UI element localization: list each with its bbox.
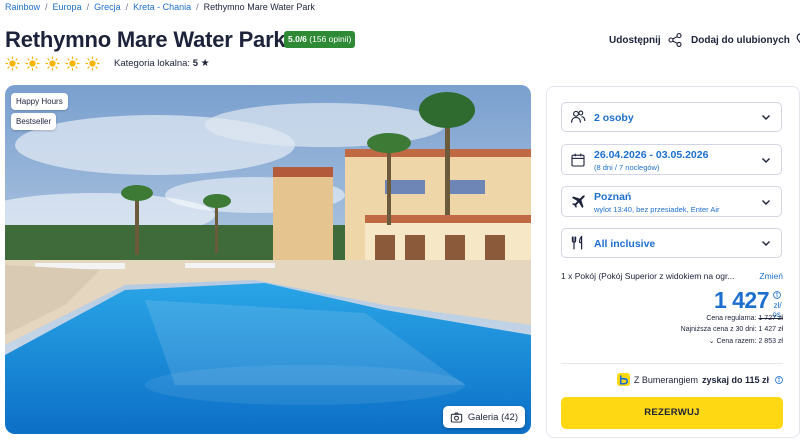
star-icon: ★ (200, 58, 210, 69)
share-button[interactable]: Udostępnij (609, 32, 683, 48)
hotel-photo[interactable]: Happy Hours Bestseller Galeria (42) (5, 85, 531, 434)
board-value: All inclusive (594, 238, 656, 250)
total-price[interactable]: ⌄ Cena razem: 2 853 zł (709, 337, 783, 345)
dates-duration: (8 dni / 7 noclegów) (594, 163, 660, 172)
departure-city: Poznań (594, 191, 632, 203)
hotel-photo-image (5, 85, 531, 434)
departure-select[interactable]: Poznań wylot 13:40, bez przesiadek, Ente… (561, 186, 782, 217)
boomerang-value: zyskaj do 115 zł (701, 374, 769, 385)
room-summary: 1 x Pokój (Pokój Superior z widokiem na … (561, 271, 783, 281)
booking-panel: 2 osoby 26.04.2026 - 03.05.2026 (8 dni /… (546, 86, 800, 438)
breadcrumb-link-europa[interactable]: Europa (53, 2, 82, 12)
dates-select[interactable]: 26.04.2026 - 03.05.2026 (8 dni / 7 nocle… (561, 144, 782, 175)
boomerang-prefix: Z Bumerangiem (633, 374, 698, 385)
breadcrumb-separator: / (86, 2, 90, 12)
calendar-icon (571, 153, 585, 167)
rating-count: (156 opinii) (309, 34, 352, 44)
sun-icon (25, 56, 40, 71)
departure-details: wylot 13:40, bez przesiadek, Enter Air (594, 205, 720, 214)
hotel-sun-rating (5, 56, 100, 71)
sun-icon (85, 56, 100, 71)
breadcrumb-separator: / (45, 2, 48, 12)
persons-icon (571, 110, 586, 123)
add-to-favorites-button[interactable]: Dodaj do ulubionych (691, 32, 800, 48)
dates-value: 26.04.2026 - 03.05.2026 (594, 149, 709, 161)
breadcrumb-link-kreta-chania[interactable]: Kreta - Chania (133, 2, 191, 12)
reserve-button[interactable]: REZERWUJ (561, 397, 783, 429)
badge-bestseller: Bestseller (11, 113, 57, 130)
breadcrumb: Rainbow / Europa / Grecja / Kreta - Chania / Ret… (5, 2, 315, 12)
regular-price: Cena regularna: 1 727 zł (706, 315, 783, 322)
board-select[interactable]: All inclusive (561, 228, 782, 258)
breadcrumb-separator: / (125, 2, 129, 12)
breadcrumb-current: Rethymno Mare Water Park (203, 2, 315, 12)
room-text: 1 x Pokój (Pokój Superior z widokiem na … (561, 271, 735, 281)
boomerang-promo: Z Bumerangiem zyskaj do 115 zł (616, 373, 769, 386)
rating-badge[interactable]: 5.0/6 (156 opinii) (284, 31, 356, 48)
category-label: Kategoria lokalna: (114, 58, 191, 69)
hotel-title: Rethymno Mare Water Park (5, 27, 286, 52)
divider (561, 363, 783, 364)
camera-icon (450, 411, 463, 423)
local-category: Kategoria lokalna: 5 ★ (114, 58, 210, 69)
chevron-down-icon (762, 241, 770, 246)
gallery-button[interactable]: Galeria (42) (442, 406, 525, 428)
heart-icon (796, 33, 800, 44)
info-icon[interactable] (773, 291, 781, 299)
breadcrumb-link-rainbow[interactable]: Rainbow (5, 2, 40, 12)
boomerang-logo-icon (616, 373, 630, 386)
price-unit-currency: zł/ (773, 301, 782, 310)
rating-score: 5.0/6 (288, 34, 307, 44)
breadcrumb-separator: / (196, 2, 199, 12)
share-label: Udostępnij (609, 34, 661, 46)
category-value: 5 (192, 58, 198, 69)
regular-price-label: Cena regularna: (706, 315, 757, 322)
sun-icon (5, 56, 20, 71)
total-price-text: Cena razem: 2 853 zł (716, 338, 783, 345)
regular-price-value: 1 727 zł (758, 315, 783, 322)
change-room-link[interactable]: Zmień (759, 271, 783, 281)
sun-icon (45, 56, 60, 71)
cutlery-icon (571, 235, 583, 250)
persons-value: 2 osoby (594, 112, 634, 124)
chevron-down-icon (762, 157, 770, 163)
persons-select[interactable]: 2 osoby (561, 102, 782, 132)
lowest-price-30-days: Najniższa cena z 30 dni: 1 427 zł (680, 326, 783, 333)
breadcrumb-link-grecja[interactable]: Grecja (94, 2, 121, 12)
chevron-down-icon (762, 115, 770, 120)
share-icon (668, 33, 682, 47)
badge-happy-hours: Happy Hours (11, 93, 68, 110)
gallery-label: Galeria (42) (467, 411, 518, 423)
chevron-down-icon (762, 199, 770, 205)
plane-icon (572, 194, 585, 208)
price-value: 1 427 (713, 287, 770, 313)
favorite-label: Dodaj do ulubionych (691, 34, 790, 46)
info-icon[interactable] (775, 376, 783, 384)
sun-icon (65, 56, 80, 71)
